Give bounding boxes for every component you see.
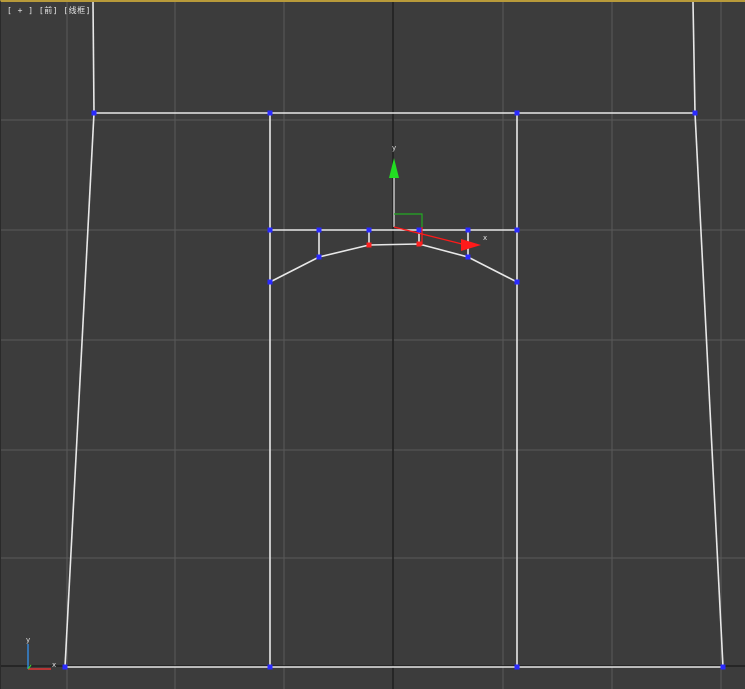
- world-axes-icon: y x: [26, 636, 56, 670]
- viewport-canvas[interactable]: y x y x: [1, 2, 745, 689]
- corner-y-label: y: [26, 636, 30, 644]
- wireframe-mesh[interactable]: [64, 2, 724, 668]
- gizmo-y-arrow-icon[interactable]: [389, 158, 399, 178]
- grid: [1, 2, 745, 689]
- front-viewport[interactable]: [ + ] [前] [线框] y x y x: [0, 0, 745, 689]
- gizmo-plane-handle[interactable]: [394, 213, 423, 227]
- gizmo-x-arrow-icon[interactable]: [461, 239, 481, 251]
- gizmo-x-label: x: [483, 234, 487, 242]
- move-gizmo[interactable]: y x: [389, 144, 487, 251]
- gizmo-y-label: y: [392, 144, 396, 152]
- grid-center-axes: [1, 2, 745, 689]
- corner-x-label: x: [52, 661, 56, 669]
